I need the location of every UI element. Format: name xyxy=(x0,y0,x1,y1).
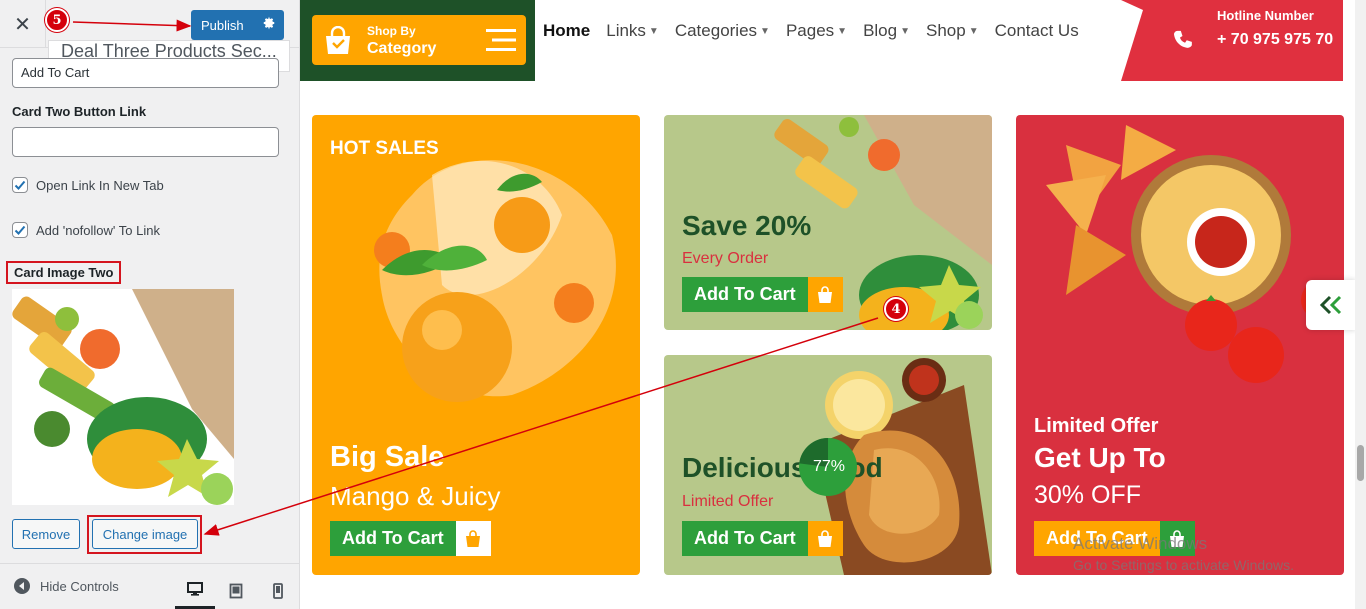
card-two-link-field[interactable] xyxy=(12,127,279,157)
hotline-corner xyxy=(1121,0,1151,81)
card-subtitle: 30% OFF xyxy=(1034,481,1141,509)
add-to-cart-label: Add To Cart xyxy=(682,521,808,556)
nav-label: Blog xyxy=(863,21,898,40)
nav-label: Home xyxy=(543,21,591,40)
shopping-bag-icon xyxy=(807,521,843,556)
customizer-sidebar: ✕ Publish Deal Three Products Sec... Add… xyxy=(0,0,300,609)
hotline-title: Hotline Number xyxy=(1217,8,1314,23)
nav-label: Links xyxy=(606,21,646,40)
card-one-button-text-field[interactable]: Add To Cart xyxy=(12,58,279,88)
nav-label: Contact Us xyxy=(994,21,1079,40)
tablet-icon[interactable] xyxy=(216,572,256,609)
shopping-bag-icon xyxy=(326,26,350,54)
card-image-label: Card Image Two xyxy=(6,261,122,284)
collapse-arrow-icon xyxy=(14,578,30,594)
shop-by-category-button[interactable]: Shop By Category xyxy=(312,15,526,65)
add-to-cart-button[interactable]: Add To Cart xyxy=(682,521,843,556)
deal-card-limited-offer: Limited Offer Get Up To 30% OFF Add To C… xyxy=(1016,115,1344,575)
open-new-tab-row[interactable]: Open Link In New Tab xyxy=(12,177,164,193)
add-to-cart-label: Add To Cart xyxy=(682,277,808,312)
nav-item-pages[interactable]: Pages ▼ xyxy=(786,21,847,41)
card-tag: Limited Offer xyxy=(1034,415,1159,437)
chevron-down-icon: ▼ xyxy=(648,25,659,37)
phone-icon xyxy=(1174,30,1192,48)
deal-card-big-sale: HOT SALES Big Sale Mango & Juicy Add To … xyxy=(312,115,640,575)
step-badge: 5 xyxy=(45,8,69,32)
remove-image-button[interactable]: Remove xyxy=(12,519,80,549)
nofollow-row[interactable]: Add 'nofollow' To Link xyxy=(12,222,160,238)
nofollow-checkbox[interactable] xyxy=(12,222,28,238)
publish-label: Publish xyxy=(201,17,244,33)
shopping-bag-icon xyxy=(807,277,843,312)
hamburger-menu-icon xyxy=(486,29,516,51)
open-new-tab-label: Open Link In New Tab xyxy=(36,177,164,193)
shop-by-label: Shop By xyxy=(367,24,416,38)
checkmark-icon xyxy=(14,180,26,190)
card-tag: HOT SALES xyxy=(330,138,439,159)
customizer-footer: Hide Controls xyxy=(0,563,299,609)
card-title: Big Sale xyxy=(330,441,445,473)
nofollow-label: Add 'nofollow' To Link xyxy=(36,222,160,238)
hotline-number: + 70 975 975 70 xyxy=(1217,31,1334,48)
nav-item-links[interactable]: Links ▼ xyxy=(606,21,659,41)
hide-controls-label: Hide Controls xyxy=(40,578,119,594)
checkmark-icon xyxy=(14,225,26,235)
publish-button[interactable]: Publish xyxy=(191,10,284,40)
shopping-bag-icon xyxy=(455,521,491,556)
nav-label: Categories xyxy=(674,21,758,40)
chevron-down-icon: ▼ xyxy=(900,25,910,37)
chevron-down-icon: ▼ xyxy=(968,25,979,37)
app-root: ✕ Publish Deal Three Products Sec... Add… xyxy=(0,0,1366,609)
slide-toggle-button[interactable] xyxy=(1306,280,1355,330)
site-preview: Shop By Category Home Links ▼ Categories ▼… xyxy=(300,0,1355,609)
main-nav: Home Links ▼ Categories ▼ Pages ▼ Blog ▼ Sho… xyxy=(543,21,1095,41)
windows-watermark-title: Activate Windows xyxy=(1073,534,1208,553)
card-image-preview xyxy=(12,289,234,505)
site-header: Shop By Category Home Links ▼ Categories ▼… xyxy=(300,0,1355,81)
desktop-icon[interactable] xyxy=(175,572,215,609)
card-subtitle: Limited Offer xyxy=(682,493,774,510)
nav-item-home[interactable]: Home xyxy=(543,21,590,41)
mobile-icon[interactable] xyxy=(258,572,298,609)
nav-item-categories[interactable]: Categories ▼ xyxy=(675,21,770,41)
page-scrollbar[interactable] xyxy=(1355,0,1366,609)
category-label: Category xyxy=(367,40,437,57)
change-image-highlight xyxy=(87,515,202,554)
card-title: Save 20% xyxy=(682,210,812,241)
add-to-cart-label: Add To Cart xyxy=(330,521,456,556)
scrollbar-thumb[interactable] xyxy=(1357,445,1364,481)
chevron-down-icon: ▼ xyxy=(760,25,770,37)
card-subtitle: Every Order xyxy=(682,250,769,267)
nav-label: Shop xyxy=(926,21,966,40)
nav-label: Pages xyxy=(785,21,835,40)
card-subtitle: Mango & Juicy xyxy=(330,481,501,511)
windows-watermark-subtitle: Go to Settings to activate Windows. xyxy=(1073,557,1294,573)
gear-icon[interactable] xyxy=(262,16,276,30)
open-new-tab-checkbox[interactable] xyxy=(12,177,28,193)
progress-label: 77% xyxy=(812,458,846,475)
nav-item-contact[interactable]: Contact Us xyxy=(995,21,1079,41)
chevron-down-icon: ▼ xyxy=(837,25,848,37)
card-title: Get Up To xyxy=(1034,442,1166,473)
add-to-cart-button[interactable]: Add To Cart xyxy=(682,277,843,312)
produce-image xyxy=(12,289,234,505)
double-arrow-left-icon xyxy=(1319,295,1342,315)
step-badge: 4 xyxy=(884,297,908,321)
card-two-link-label: Card Two Button Link xyxy=(12,104,147,119)
hide-controls-toggle[interactable]: Hide Controls xyxy=(14,578,119,594)
close-icon[interactable]: ✕ xyxy=(0,0,46,48)
hotline-box: Hotline Number + 70 975 975 70 xyxy=(1121,0,1343,81)
nav-item-blog[interactable]: Blog ▼ xyxy=(863,21,910,41)
nav-item-shop[interactable]: Shop ▼ xyxy=(926,21,979,41)
add-to-cart-button[interactable]: Add To Cart xyxy=(330,521,491,556)
deal-card-save: Save 20% Every Order Add To Cart xyxy=(664,115,992,330)
